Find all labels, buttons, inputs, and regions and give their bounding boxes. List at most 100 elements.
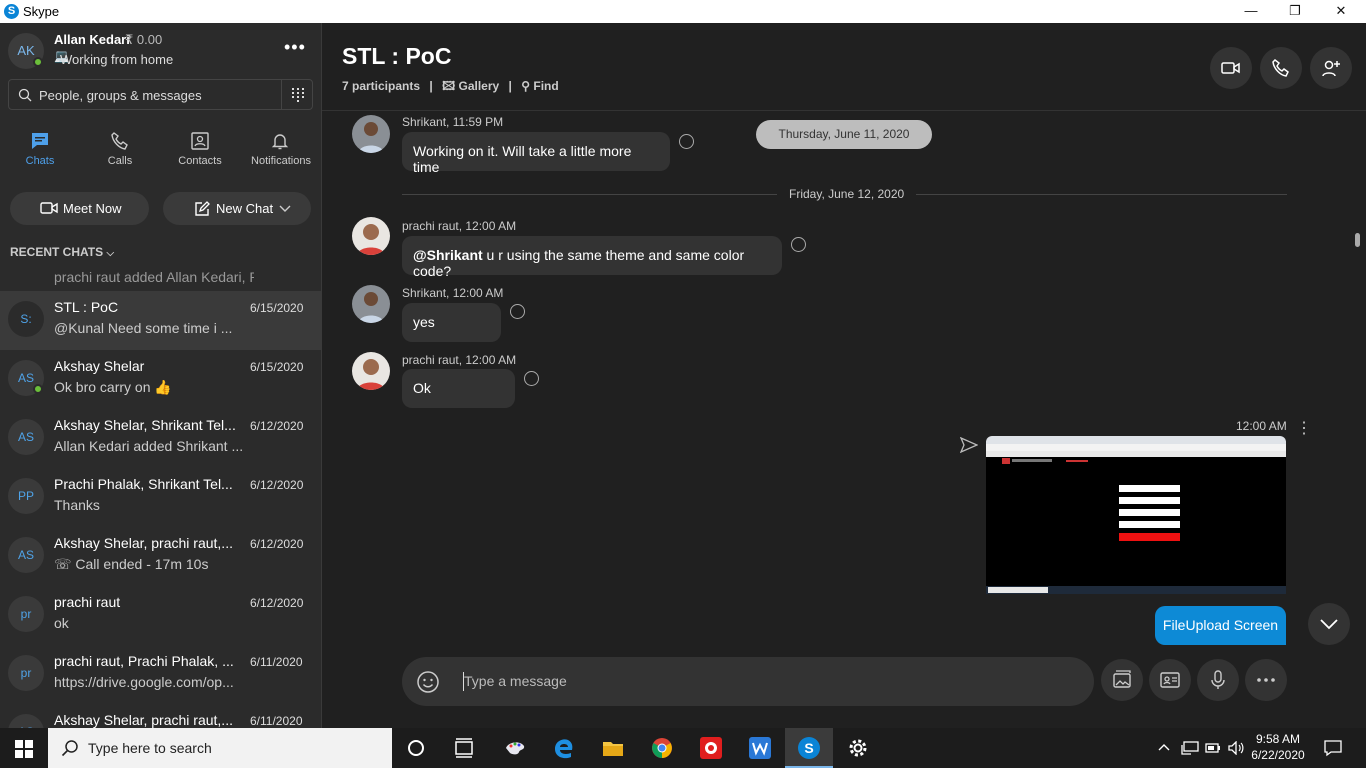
chat-date: 6/15/2020 bbox=[250, 360, 304, 374]
chat-date: 6/12/2020 bbox=[250, 596, 304, 610]
chat-date: 6/15/2020 bbox=[250, 301, 304, 315]
chat-name: Akshay Shelar, Shrikant Tel... bbox=[54, 417, 236, 433]
more-composer-options-button[interactable] bbox=[1245, 659, 1287, 701]
share-contact-button[interactable] bbox=[1149, 659, 1191, 701]
chat-list-item[interactable]: pr prachi raut 6/12/2020 ok bbox=[0, 586, 321, 645]
chat-list-item[interactable]: AS Akshay Shelar, prachi raut,... 6/11/2… bbox=[0, 704, 321, 728]
emoji-icon[interactable] bbox=[416, 670, 440, 694]
taskbar-search-input[interactable]: Type here to search bbox=[88, 740, 212, 756]
reaction-smiley-icon[interactable] bbox=[679, 134, 694, 149]
message-bubble[interactable]: Working on it. Will take a little more t… bbox=[402, 132, 670, 175]
recent-chats-heading[interactable]: RECENT CHATS ⌵ bbox=[10, 245, 114, 259]
shared-image-thumbnail[interactable] bbox=[986, 436, 1286, 594]
chevron-down-icon: ⌵ bbox=[106, 248, 115, 259]
chat-list-item[interactable]: AS Akshay Shelar 6/15/2020 Ok bro carry … bbox=[0, 350, 321, 409]
tab-notifications[interactable]: Notifications bbox=[240, 127, 321, 177]
search-icon bbox=[18, 88, 32, 102]
voice-message-button[interactable] bbox=[1197, 659, 1239, 701]
message-bubble[interactable]: @Shrikant u r using the same theme and s… bbox=[402, 236, 782, 279]
chat-avatar: pr bbox=[8, 655, 44, 691]
scrollbar-thumb[interactable] bbox=[1355, 233, 1360, 247]
settings-gear-icon[interactable] bbox=[846, 736, 870, 760]
edge-browser-icon[interactable] bbox=[552, 736, 576, 760]
profile-mood-message[interactable]: Working from home bbox=[60, 52, 173, 67]
dialpad-button[interactable] bbox=[281, 80, 313, 109]
audio-call-button[interactable] bbox=[1260, 47, 1302, 89]
action-center-icon[interactable] bbox=[1324, 739, 1342, 757]
taskbar-clock[interactable]: 9:58 AM 6/22/2020 bbox=[1248, 731, 1308, 763]
share-media-button[interactable] bbox=[1101, 659, 1143, 701]
add-participant-button[interactable] bbox=[1310, 47, 1352, 89]
find-link[interactable]: Find bbox=[533, 79, 558, 93]
chat-avatar: pr bbox=[8, 596, 44, 632]
chat-list-item[interactable]: prachi raut added Allan Kedari, Pri... bbox=[0, 263, 321, 292]
scroll-to-bottom-button[interactable] bbox=[1308, 603, 1350, 645]
message-input[interactable]: Type a message bbox=[464, 673, 567, 689]
tab-chats-label: Chats bbox=[25, 155, 55, 167]
tab-contacts[interactable]: Contacts bbox=[160, 127, 240, 177]
sender-avatar[interactable] bbox=[352, 352, 390, 390]
chat-list-item[interactable]: AS Akshay Shelar, Shrikant Tel... 6/12/2… bbox=[0, 409, 321, 468]
reaction-smiley-icon[interactable] bbox=[791, 237, 806, 252]
conversation-title[interactable]: STL : PoC bbox=[342, 43, 451, 70]
reaction-smiley-icon[interactable] bbox=[510, 304, 525, 319]
tab-chats[interactable]: Chats bbox=[0, 127, 80, 177]
search-input[interactable]: People, groups & messages bbox=[39, 88, 202, 103]
video-camera-icon bbox=[1221, 62, 1240, 74]
video-call-button[interactable] bbox=[1210, 47, 1252, 89]
chat-list-item[interactable]: pr prachi raut, Prachi Phalak, ... 6/11/… bbox=[0, 645, 321, 704]
contacts-icon bbox=[191, 132, 209, 150]
cortana-icon[interactable] bbox=[404, 736, 428, 760]
screenshot-image bbox=[986, 436, 1286, 594]
file-explorer-icon[interactable] bbox=[601, 736, 625, 760]
chat-preview: Thanks bbox=[54, 497, 100, 513]
volume-icon[interactable] bbox=[1228, 741, 1244, 755]
reaction-smiley-icon[interactable] bbox=[524, 371, 539, 386]
maximize-button[interactable]: ❐ bbox=[1272, 0, 1318, 23]
new-chat-button[interactable]: New Chat bbox=[163, 192, 311, 225]
chevron-down-icon[interactable] bbox=[279, 205, 291, 213]
meet-now-label: Meet Now bbox=[63, 201, 122, 216]
paint-icon[interactable] bbox=[503, 736, 527, 760]
message-composer[interactable]: Type a message bbox=[402, 657, 1094, 706]
message-bubble[interactable]: Ok bbox=[402, 369, 515, 408]
profile-credit[interactable]: ₹ 0.00 bbox=[125, 32, 162, 48]
more-options-icon[interactable]: ••• bbox=[284, 37, 306, 58]
chat-list-item[interactable]: AS Akshay Shelar, prachi raut,... 6/12/2… bbox=[0, 527, 321, 586]
message-bubble[interactable]: yes bbox=[402, 303, 501, 342]
chrome-icon[interactable] bbox=[650, 736, 674, 760]
taskbar-search[interactable]: Type here to search bbox=[48, 728, 392, 768]
sender-avatar[interactable] bbox=[352, 217, 390, 255]
screen-recorder-icon[interactable] bbox=[699, 736, 723, 760]
chat-name: Akshay Shelar, prachi raut,... bbox=[54, 712, 233, 728]
chat-avatar: PP bbox=[8, 478, 44, 514]
chevron-up-icon[interactable] bbox=[1158, 743, 1170, 751]
sender-avatar[interactable] bbox=[352, 285, 390, 323]
mention[interactable]: @Shrikant bbox=[413, 247, 483, 263]
participants-link[interactable]: 7 participants bbox=[342, 79, 420, 93]
chat-list-item-stl-poc[interactable]: S: STL : PoC 6/15/2020 @Kunal Need some … bbox=[0, 291, 321, 350]
wps-writer-icon[interactable] bbox=[748, 736, 772, 760]
chat-list: prachi raut added Allan Kedari, Pri... S… bbox=[0, 263, 321, 728]
meet-now-button[interactable]: Meet Now bbox=[10, 192, 149, 225]
windows-taskbar: Type here to search S 9:58 AM 6/22/2020 bbox=[0, 728, 1366, 768]
person-photo-icon bbox=[352, 115, 390, 153]
tab-calls[interactable]: Calls bbox=[80, 127, 160, 177]
chat-list-item[interactable]: PP Prachi Phalak, Shrikant Tel... 6/12/2… bbox=[0, 468, 321, 527]
window-title: Skype bbox=[23, 4, 60, 19]
sender-avatar[interactable] bbox=[352, 115, 390, 153]
battery-icon[interactable] bbox=[1205, 742, 1221, 754]
add-person-icon bbox=[1322, 60, 1340, 77]
sent-message-bubble[interactable]: FileUpload Screen bbox=[1155, 606, 1286, 645]
task-view-icon[interactable] bbox=[452, 736, 476, 760]
minimize-button[interactable]: — bbox=[1228, 0, 1274, 23]
windows-start-icon[interactable] bbox=[15, 740, 33, 758]
search-box[interactable]: People, groups & messages bbox=[8, 79, 313, 110]
profile-name[interactable]: Allan Kedari bbox=[54, 32, 130, 47]
gallery-link[interactable]: Gallery bbox=[458, 79, 499, 93]
message-more-options-icon[interactable]: ⋮ bbox=[1296, 418, 1312, 438]
close-button[interactable]: ✕ bbox=[1318, 0, 1364, 23]
chat-name: Akshay Shelar, prachi raut,... bbox=[54, 535, 233, 551]
network-icon[interactable] bbox=[1181, 741, 1199, 755]
skype-taskbar-button[interactable]: S bbox=[785, 728, 833, 768]
